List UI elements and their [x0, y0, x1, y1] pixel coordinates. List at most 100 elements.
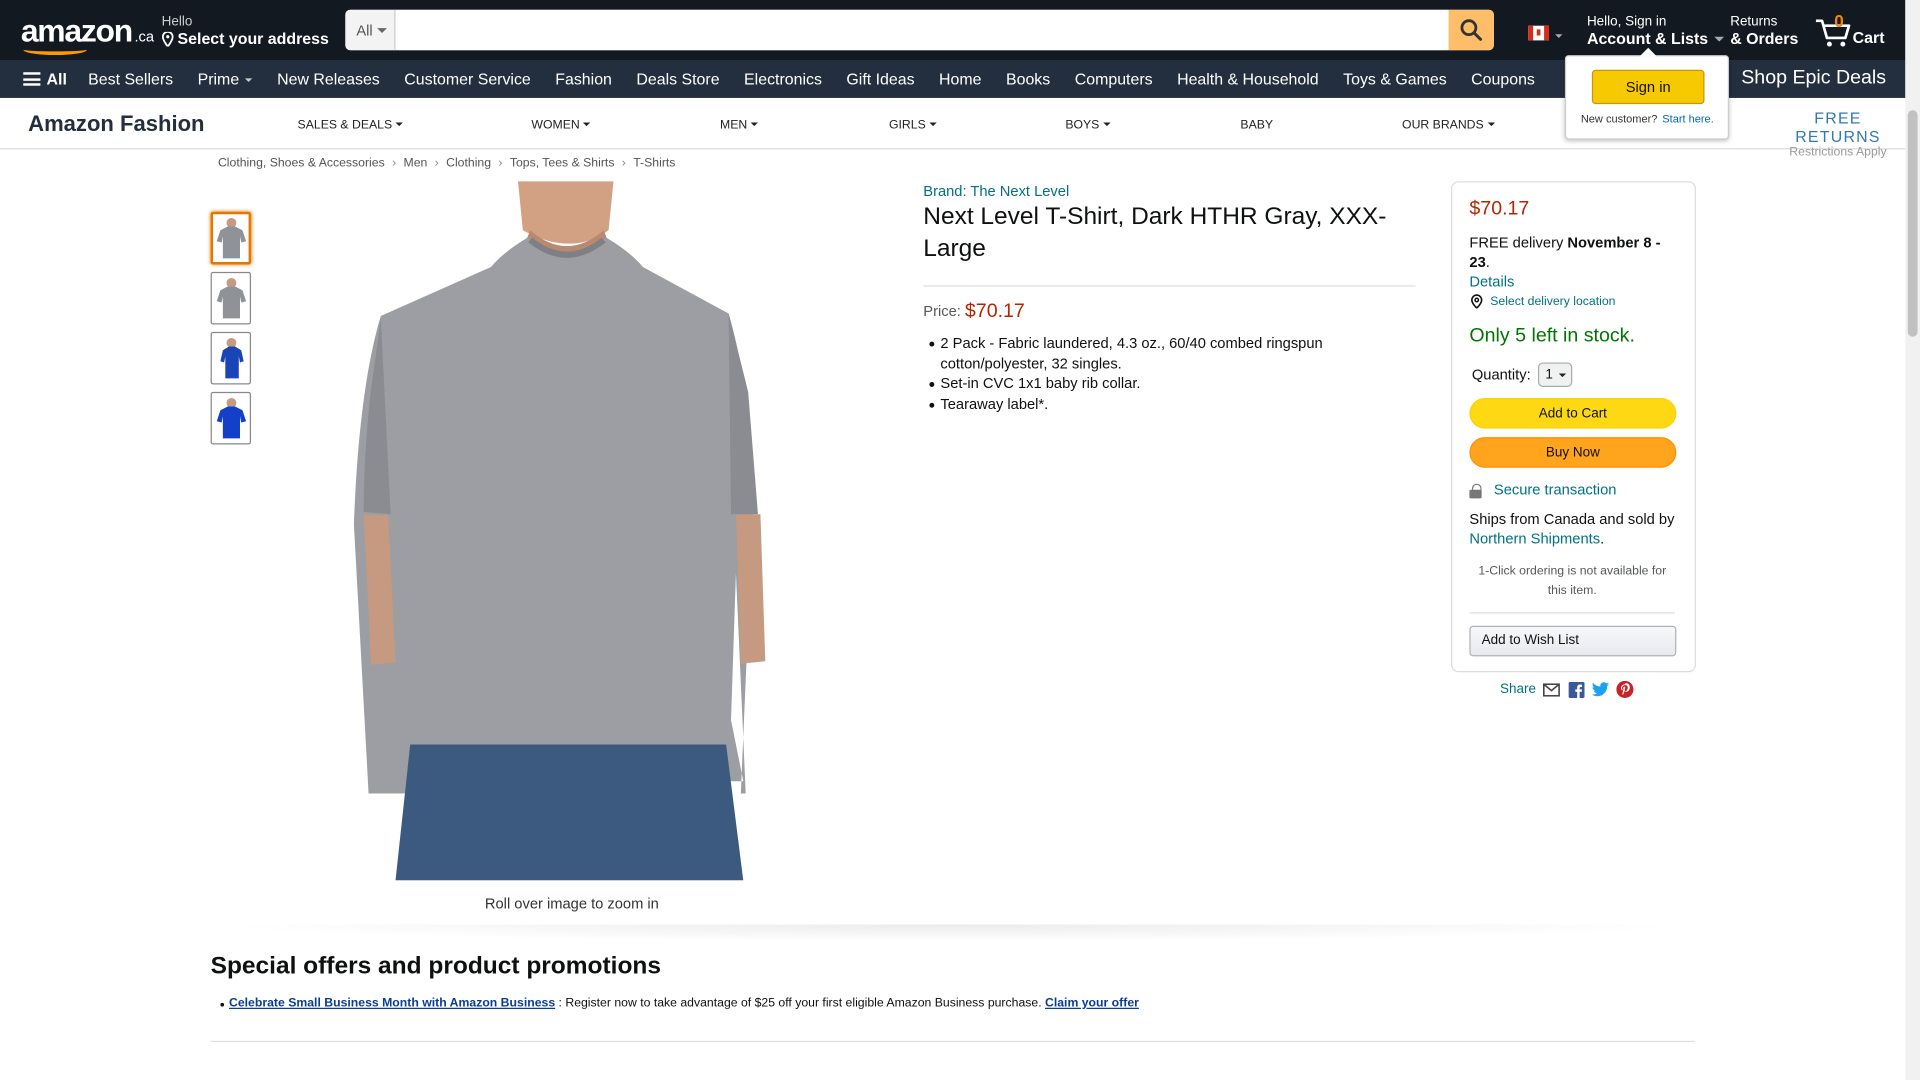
account-hello: Hello, Sign in: [1586, 14, 1667, 30]
tshirt-gray-alt-thumb-icon: [216, 277, 246, 318]
add-to-cart-button[interactable]: Add to Cart: [1469, 397, 1677, 429]
search-button[interactable]: [1448, 9, 1494, 51]
buy-now-button[interactable]: Buy Now: [1469, 437, 1677, 468]
nav-link-customer-service[interactable]: Customer Service: [392, 70, 543, 88]
breadcrumb-t-shirts[interactable]: T-Shirts: [633, 157, 675, 170]
nav-link-books[interactable]: Books: [994, 70, 1063, 88]
breadcrumb-tops-tees[interactable]: Tops, Tees & Shirts: [510, 157, 615, 170]
product-main-image[interactable]: [346, 181, 788, 881]
search-department-select[interactable]: All: [345, 9, 396, 51]
all-menu-button[interactable]: All: [23, 70, 67, 88]
zoom-hint: Roll over image to zoom in: [484, 895, 659, 913]
cart-count: 0: [1834, 11, 1844, 31]
nav-link-toys-games[interactable]: Toys & Games: [1331, 70, 1459, 88]
thumbnail-list: [210, 211, 252, 452]
claim-offer-link[interactable]: Claim your offer: [1045, 997, 1139, 1010]
delivery-address-button[interactable]: Hello Select your address: [162, 15, 329, 48]
shop-epic-deals-banner[interactable]: Shop Epic Deals: [1741, 67, 1886, 89]
quantity-label: Quantity:: [1471, 366, 1531, 384]
pinterest-icon[interactable]: [1616, 680, 1634, 698]
free-returns-banner[interactable]: FREE RETURNS Restrictions Apply: [1771, 109, 1906, 159]
fashion-cat-girls[interactable]: GIRLS: [889, 119, 937, 132]
logo-suffix: .ca: [134, 28, 155, 46]
fashion-cat-sales-deals[interactable]: SALES & DEALS: [298, 119, 404, 132]
feature-bullet: 2 Pack - Fabric laundered, 4.3 oz., 60/4…: [929, 333, 1418, 373]
divider: [923, 285, 1416, 287]
feature-bullet: Tearaway label*.: [929, 394, 1418, 414]
breadcrumb-separator-icon: ›: [392, 156, 397, 171]
nav-links: Best Sellers Prime New Releases Customer…: [76, 70, 1547, 88]
delivery-details-link[interactable]: Details: [1469, 273, 1514, 290]
delivery-suffix: .: [1485, 253, 1490, 271]
product-price: $70.17: [964, 301, 1025, 323]
nav-link-fashion[interactable]: Fashion: [543, 70, 624, 88]
new-customer-text: New customer? Start here.: [1581, 113, 1714, 125]
fashion-cat-baby[interactable]: BABY: [1240, 119, 1273, 132]
returns-orders-link[interactable]: Returns & Orders: [1730, 15, 1798, 48]
email-icon[interactable]: [1543, 681, 1561, 698]
add-to-wish-list-button[interactable]: Add to Wish List: [1469, 625, 1677, 657]
brand-link[interactable]: Brand: The Next Level: [923, 182, 1069, 199]
thumbnail-gray-alt[interactable]: [210, 271, 252, 325]
share-label: Share: [1500, 682, 1536, 697]
nav-link-electronics[interactable]: Electronics: [732, 70, 834, 88]
signin-button[interactable]: Sign in: [1591, 69, 1705, 105]
thumbnail-gray-front[interactable]: [210, 211, 252, 265]
thumbnail-blue-front[interactable]: [210, 391, 252, 445]
nav-link-computers[interactable]: Computers: [1062, 70, 1164, 88]
small-business-offer-link[interactable]: Celebrate Small Business Month with Amaz…: [229, 997, 555, 1010]
thumbnail-blue-side[interactable]: [210, 331, 252, 385]
product-title: Next Level T-Shirt, Dark HTHR Gray, XXX-…: [923, 203, 1387, 263]
share-row: Share: [1500, 680, 1634, 698]
breadcrumb-men[interactable]: Men: [404, 157, 428, 170]
one-click-notice: 1-Click ordering is not available for th…: [1478, 564, 1667, 598]
divider: [1469, 612, 1676, 614]
breadcrumb-clothing[interactable]: Clothing: [446, 157, 491, 170]
amazon-logo[interactable]: amazon .ca: [21, 12, 154, 56]
hamburger-icon: [23, 72, 41, 86]
language-chevron-icon[interactable]: [1555, 34, 1563, 41]
returns-label: Returns: [1730, 14, 1778, 30]
nav-link-deals-store[interactable]: Deals Store: [624, 70, 732, 88]
canada-flag-icon[interactable]: [1528, 25, 1549, 41]
account-label: Account & Lists: [1587, 29, 1724, 47]
tshirt-blue-side-thumb-icon: [219, 337, 244, 378]
nav-link-health-household[interactable]: Health & Household: [1165, 70, 1331, 88]
nav-link-home[interactable]: Home: [927, 70, 994, 88]
nav-link-gift-ideas[interactable]: Gift Ideas: [834, 70, 927, 88]
breadcrumb: Clothing, Shoes & Accessories › Men › Clot…: [218, 157, 675, 170]
quantity-dropdown[interactable]: 1: [1538, 362, 1573, 387]
all-menu-label: All: [46, 69, 67, 89]
offer-text: : Register now to take advantage of $25 …: [555, 996, 1045, 1011]
scrollbar-thumb[interactable]: [1907, 110, 1918, 337]
seller-link[interactable]: Northern Shipments: [1469, 530, 1600, 547]
nav-link-new-releases[interactable]: New Releases: [265, 70, 392, 88]
account-lists-menu[interactable]: Hello, Sign in Account & Lists: [1587, 15, 1724, 48]
nav-link-prime[interactable]: Prime: [185, 70, 265, 88]
fashion-cat-men[interactable]: MEN: [720, 119, 758, 132]
breadcrumb-clothing-shoes[interactable]: Clothing, Shoes & Accessories: [218, 157, 385, 170]
page-scrollbar[interactable]: [1905, 0, 1920, 1080]
cart-link[interactable]: 0 Cart: [1815, 11, 1888, 53]
breadcrumb-separator-icon: ›: [498, 156, 503, 171]
delivery-info: FREE delivery November 8 - 23. Details: [1469, 233, 1683, 292]
ships-sold-by: Ships from Canada and sold by Northern S…: [1469, 509, 1683, 548]
amazon-fashion-title[interactable]: Amazon Fashion: [28, 111, 204, 137]
nav-link-coupons[interactable]: Coupons: [1459, 70, 1547, 88]
fashion-cat-our-brands[interactable]: OUR BRANDS: [1402, 119, 1495, 132]
select-delivery-location-link[interactable]: Select delivery location: [1469, 294, 1615, 309]
location-pin-icon: [161, 31, 174, 46]
fashion-cat-boys[interactable]: BOYS: [1065, 119, 1110, 132]
restrictions-label: Restrictions Apply: [1789, 145, 1887, 160]
signin-popover: Sign in New customer? Start here.: [1564, 47, 1729, 140]
fashion-cat-women[interactable]: WOMEN: [531, 119, 590, 132]
search-input[interactable]: [396, 9, 1448, 51]
nav-link-best-sellers[interactable]: Best Sellers: [76, 70, 185, 88]
start-here-link[interactable]: Start here.: [1662, 113, 1713, 125]
facebook-icon[interactable]: [1568, 681, 1585, 698]
secure-transaction-link[interactable]: Secure transaction: [1469, 481, 1616, 498]
twitter-icon[interactable]: [1592, 681, 1610, 698]
breadcrumb-separator-icon: ›: [434, 156, 439, 171]
address-label: Select your address: [177, 29, 329, 48]
top-nav-bar: amazon .ca Hello Select your address All …: [0, 0, 1906, 61]
